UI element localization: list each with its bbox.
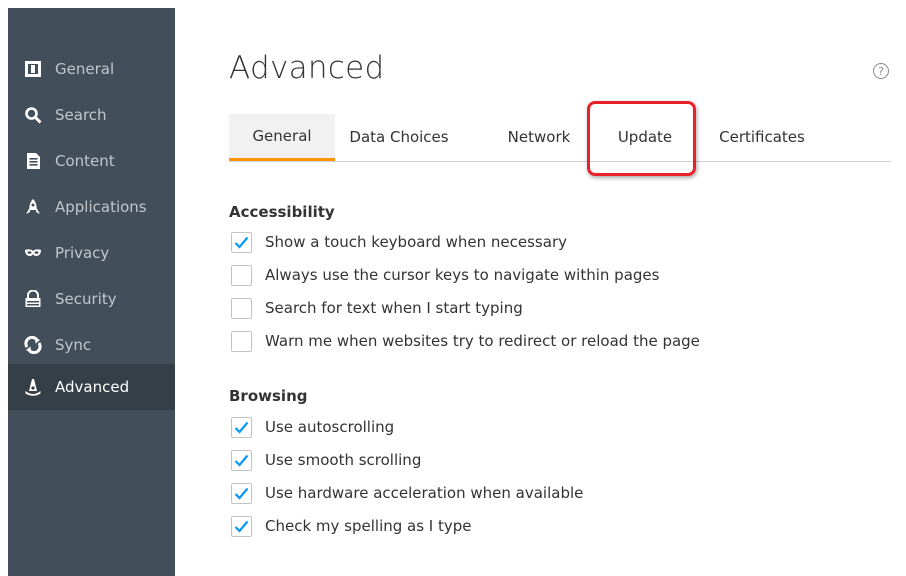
update-tab-highlight	[587, 101, 696, 176]
tab-network[interactable]: Network	[495, 114, 583, 160]
checkbox[interactable]	[231, 482, 252, 504]
sidebar-item-label: Security	[55, 290, 117, 308]
sidebar-item-general[interactable]: General	[8, 46, 175, 92]
option-label: Use autoscrolling	[265, 418, 395, 436]
sidebar-item-privacy[interactable]: Privacy	[8, 230, 175, 276]
sidebar-item-content[interactable]: Content	[8, 138, 175, 184]
option-label: Check my spelling as I type	[265, 517, 472, 535]
option-label: Use hardware acceleration when available	[265, 484, 584, 502]
checkmark-icon	[234, 236, 249, 249]
applications-icon	[23, 197, 43, 217]
autoscrolling-option[interactable]: Use autoscrolling	[231, 415, 394, 439]
advanced-icon	[23, 377, 43, 397]
sidebar-item-label: Privacy	[55, 244, 110, 262]
sidebar-item-label: General	[55, 60, 115, 78]
checkbox[interactable]	[231, 330, 252, 352]
hardware-acceleration-option[interactable]: Use hardware acceleration when available	[231, 481, 583, 505]
tab-certificates[interactable]: Certificates	[703, 114, 821, 160]
checkbox[interactable]	[231, 416, 252, 438]
checkmark-icon	[234, 454, 249, 467]
checkbox[interactable]	[231, 297, 252, 319]
tab-data-choices[interactable]: Data Choices	[339, 114, 459, 160]
sidebar-item-security[interactable]: Security	[8, 276, 175, 322]
sidebar-item-sync[interactable]: Sync	[8, 322, 175, 368]
checkmark-icon	[234, 520, 249, 533]
security-icon	[23, 289, 43, 309]
sidebar-item-label: Sync	[55, 336, 92, 354]
privacy-icon	[23, 243, 43, 263]
option-label: Search for text when I start typing	[265, 299, 523, 317]
general-icon	[23, 59, 43, 79]
sidebar-item-label: Content	[55, 152, 115, 170]
sidebar-item-advanced[interactable]: Advanced	[8, 364, 175, 410]
option-label: Use smooth scrolling	[265, 451, 422, 469]
sidebar-item-label: Advanced	[55, 378, 130, 396]
sidebar-item-label: Search	[55, 106, 107, 124]
sidebar-item-search[interactable]: Search	[8, 92, 175, 138]
touch-keyboard-option[interactable]: Show a touch keyboard when necessary	[231, 230, 567, 254]
search-icon	[23, 105, 43, 125]
warn-redirect-option[interactable]: Warn me when websites try to redirect or…	[231, 329, 700, 353]
smooth-scrolling-option[interactable]: Use smooth scrolling	[231, 448, 421, 472]
cursor-keys-option[interactable]: Always use the cursor keys to navigate w…	[231, 263, 659, 287]
browsing-heading: Browsing	[229, 387, 308, 405]
spell-check-option[interactable]: Check my spelling as I type	[231, 514, 472, 538]
content-icon	[23, 151, 43, 171]
option-label: Show a touch keyboard when necessary	[265, 233, 567, 251]
sidebar-item-applications[interactable]: Applications	[8, 184, 175, 230]
checkmark-icon	[234, 421, 249, 434]
sidebar-item-label: Applications	[55, 198, 147, 216]
checkbox[interactable]	[231, 449, 252, 471]
checkbox[interactable]	[231, 231, 252, 253]
accessibility-heading: Accessibility	[229, 203, 335, 221]
page-title: Advanced	[229, 50, 385, 86]
search-typing-option[interactable]: Search for text when I start typing	[231, 296, 523, 320]
option-label: Always use the cursor keys to navigate w…	[265, 266, 660, 284]
option-label: Warn me when websites try to redirect or…	[265, 332, 700, 350]
sidebar: General Search Content Applications Priv…	[8, 8, 175, 576]
checkbox[interactable]	[231, 264, 252, 286]
tab-bar: General Data Choices Network Update Cert…	[229, 114, 891, 162]
checkmark-icon	[234, 487, 249, 500]
help-icon[interactable]: ?	[873, 63, 889, 79]
tab-general[interactable]: General	[229, 114, 335, 161]
sync-icon	[23, 335, 43, 355]
checkbox[interactable]	[231, 515, 252, 537]
